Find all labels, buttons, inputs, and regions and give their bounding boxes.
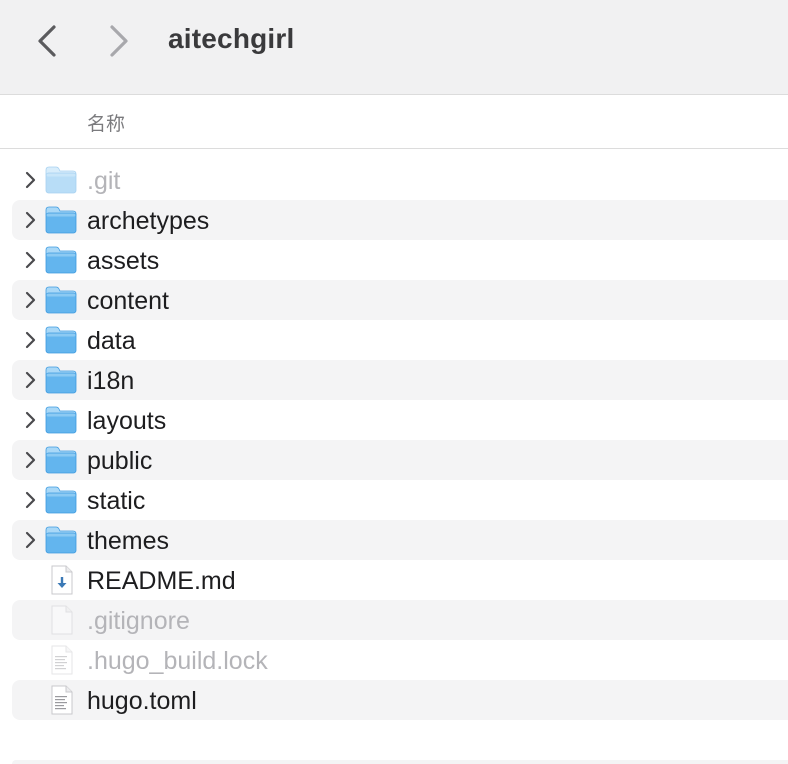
folder-icon xyxy=(44,245,78,275)
folder-icon xyxy=(44,285,78,315)
toolbar: aitechgirl xyxy=(0,0,788,95)
file-row[interactable]: themes xyxy=(12,520,788,560)
file-name: static xyxy=(87,487,146,515)
file-name: layouts xyxy=(87,407,167,435)
chevron-right-icon xyxy=(25,411,36,429)
forward-button[interactable] xyxy=(99,20,139,62)
folder-icon xyxy=(44,325,78,355)
disclosure-triangle[interactable] xyxy=(20,370,40,390)
chevron-right-icon xyxy=(25,491,36,509)
file-row[interactable]: .hugo_build.lock xyxy=(12,640,788,680)
file-name: hugo.toml xyxy=(87,687,197,715)
disclosure-triangle[interactable] xyxy=(20,250,40,270)
file-name: i18n xyxy=(87,367,135,395)
file-row[interactable]: layouts xyxy=(12,400,788,440)
folder-icon xyxy=(44,525,78,555)
folder-icon xyxy=(44,405,78,435)
file-row[interactable]: archetypes xyxy=(12,200,788,240)
list-bottom-row xyxy=(12,760,788,764)
file-name: .git xyxy=(87,167,121,195)
file-row[interactable]: hugo.toml xyxy=(12,680,788,720)
file-name: content xyxy=(87,287,170,315)
back-button[interactable] xyxy=(27,20,67,62)
chevron-right-icon xyxy=(25,331,36,349)
file-row[interactable]: assets xyxy=(12,240,788,280)
chevron-right-icon xyxy=(25,291,36,309)
window-title: aitechgirl xyxy=(168,23,295,54)
chevron-right-icon xyxy=(25,531,36,549)
text-file-icon xyxy=(44,685,78,715)
disclosure-triangle[interactable] xyxy=(20,170,40,190)
file-name: .hugo_build.lock xyxy=(87,647,268,675)
file-row[interactable]: .gitignore xyxy=(12,600,788,640)
file-list: .git archetypes assets content data i18n layou… xyxy=(0,160,788,720)
disclosure-triangle[interactable] xyxy=(20,490,40,510)
folder-icon xyxy=(44,365,78,395)
chevron-left-icon xyxy=(38,25,56,57)
disclosure-triangle[interactable] xyxy=(20,330,40,350)
file-name: public xyxy=(87,447,153,475)
folder-icon xyxy=(44,485,78,515)
blank-file-icon xyxy=(44,605,78,635)
chevron-right-icon xyxy=(25,451,36,469)
markdown-file-icon xyxy=(44,565,78,595)
disclosure-triangle[interactable] xyxy=(20,450,40,470)
file-row[interactable]: README.md xyxy=(12,560,788,600)
column-header: 名称 xyxy=(0,96,788,149)
chevron-right-icon xyxy=(110,25,128,57)
file-row[interactable]: i18n xyxy=(12,360,788,400)
file-row[interactable]: static xyxy=(12,480,788,520)
folder-icon xyxy=(44,445,78,475)
disclosure-triangle[interactable] xyxy=(20,290,40,310)
folder-icon xyxy=(44,205,78,235)
file-name: archetypes xyxy=(87,207,210,235)
file-row[interactable]: .git xyxy=(12,160,788,200)
chevron-right-icon xyxy=(25,251,36,269)
disclosure-triangle[interactable] xyxy=(20,410,40,430)
file-name: data xyxy=(87,327,136,355)
disclosure-triangle[interactable] xyxy=(20,210,40,230)
file-row[interactable]: public xyxy=(12,440,788,480)
file-name: .gitignore xyxy=(87,607,190,635)
file-row[interactable]: data xyxy=(12,320,788,360)
file-name: themes xyxy=(87,527,169,555)
text-file-icon xyxy=(44,645,78,675)
chevron-right-icon xyxy=(25,371,36,389)
chevron-right-icon xyxy=(25,171,36,189)
chevron-right-icon xyxy=(25,211,36,229)
disclosure-triangle[interactable] xyxy=(20,530,40,550)
name-column-header[interactable]: 名称 xyxy=(87,109,125,136)
file-name: README.md xyxy=(87,567,236,595)
folder-icon xyxy=(44,165,78,195)
file-name: assets xyxy=(87,247,160,275)
file-row[interactable]: content xyxy=(12,280,788,320)
